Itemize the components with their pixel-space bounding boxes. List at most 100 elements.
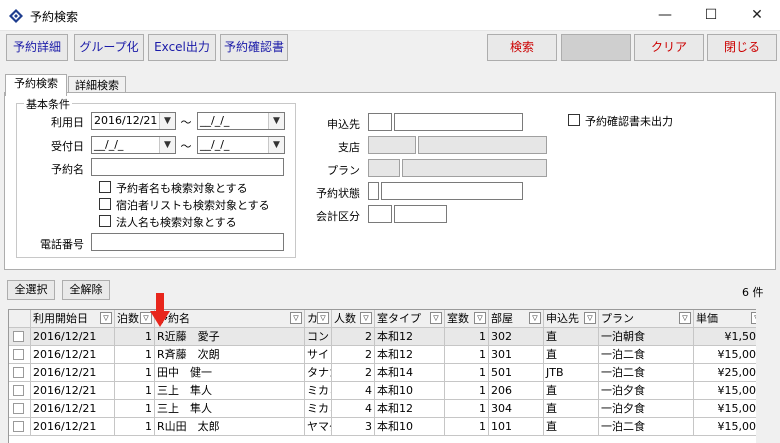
column-header[interactable]: カ ▽	[305, 310, 332, 328]
guest-list-checkbox[interactable]	[99, 198, 111, 210]
table-cell[interactable]: ¥25,000	[694, 364, 756, 382]
plan-name-input[interactable]	[402, 159, 547, 177]
row-select-cell[interactable]	[9, 328, 31, 346]
clear-button[interactable]: クリア	[634, 34, 704, 61]
account-code-input[interactable]	[368, 205, 392, 223]
booker-name-checkbox[interactable]	[99, 181, 111, 193]
table-cell[interactable]: ¥15,000	[694, 418, 756, 436]
column-header[interactable]: 単価▽	[694, 310, 756, 328]
table-cell[interactable]: 2016/12/21	[31, 328, 115, 346]
use-date-from-field[interactable]: 2016/12/21 ▼	[91, 112, 176, 130]
close-window-button[interactable]: ✕	[734, 0, 780, 31]
table-cell[interactable]: 1	[445, 382, 489, 400]
sort-filter-icon[interactable]: ▽	[474, 312, 486, 324]
table-cell[interactable]: 4	[332, 400, 375, 418]
chevron-down-icon[interactable]: ▼	[159, 137, 175, 153]
plan-code-input[interactable]	[368, 159, 400, 177]
status-name-input[interactable]	[381, 182, 523, 200]
table-cell[interactable]: 一泊二食	[599, 364, 694, 382]
table-cell[interactable]: ¥15,000	[694, 400, 756, 418]
table-cell[interactable]: 2	[332, 328, 375, 346]
table-cell[interactable]: 三上 隼人	[155, 400, 305, 418]
row-checkbox[interactable]	[13, 367, 24, 378]
table-cell[interactable]: 2	[332, 364, 375, 382]
account-name-input[interactable]	[394, 205, 447, 223]
sort-filter-icon[interactable]: ▽	[430, 312, 442, 324]
table-cell[interactable]: R山田 太郎	[155, 418, 305, 436]
group-button[interactable]: グループ化	[74, 34, 144, 61]
table-cell[interactable]: 一泊二食	[599, 346, 694, 364]
sort-filter-icon[interactable]: ▽	[290, 312, 302, 324]
table-cell[interactable]: ミカミ	[305, 382, 332, 400]
table-cell[interactable]: 1	[445, 418, 489, 436]
table-cell[interactable]: 2	[332, 346, 375, 364]
table-cell[interactable]: 本和10	[375, 418, 445, 436]
table-cell[interactable]: 1	[445, 328, 489, 346]
column-header[interactable]: 利用開始日 ▽	[31, 310, 115, 328]
confirmation-doc-button[interactable]: 予約確認書	[220, 34, 288, 61]
corporate-name-checkbox[interactable]	[99, 215, 111, 227]
reservation-detail-button[interactable]: 予約詳細	[6, 34, 68, 61]
maximize-button[interactable]: ☐	[688, 0, 734, 31]
row-select-cell[interactable]	[9, 382, 31, 400]
table-cell[interactable]: R近藤 愛子	[155, 328, 305, 346]
table-cell[interactable]: ミカミ	[305, 400, 332, 418]
column-header[interactable]: 室数 ▽	[445, 310, 489, 328]
use-date-to-field[interactable]: __/_/_ ▼	[197, 112, 285, 130]
sort-filter-icon[interactable]: ▽	[317, 312, 329, 324]
branch-code-input[interactable]	[368, 136, 416, 154]
row-checkbox[interactable]	[13, 403, 24, 414]
table-cell[interactable]: 1	[115, 400, 155, 418]
column-header[interactable]: 泊数 ▽	[115, 310, 155, 328]
table-cell[interactable]: 直	[544, 328, 599, 346]
table-cell[interactable]: ¥1,500	[694, 328, 756, 346]
blank-button[interactable]	[561, 34, 631, 61]
table-cell[interactable]: 2016/12/21	[31, 418, 115, 436]
table-cell[interactable]: 1	[115, 328, 155, 346]
column-header[interactable]: プラン ▽	[599, 310, 694, 328]
column-header[interactable]: 申込先 ▽	[544, 310, 599, 328]
tab-reservation-search[interactable]: 予約検索	[5, 74, 67, 96]
chevron-down-icon[interactable]: ▼	[268, 137, 284, 153]
table-cell[interactable]: 1	[115, 382, 155, 400]
sort-filter-icon[interactable]: ▽	[360, 312, 372, 324]
table-cell[interactable]: 一泊夕食	[599, 400, 694, 418]
column-header[interactable]: 人数 ▽	[332, 310, 375, 328]
table-cell[interactable]: 501	[489, 364, 544, 382]
table-cell[interactable]: 4	[332, 382, 375, 400]
table-cell[interactable]: サイト	[305, 346, 332, 364]
row-select-cell[interactable]	[9, 346, 31, 364]
row-select-cell[interactable]	[9, 418, 31, 436]
table-cell[interactable]: 1	[115, 364, 155, 382]
applicant-name-input[interactable]	[394, 113, 523, 131]
column-header[interactable]: 室タイプ ▽	[375, 310, 445, 328]
column-header[interactable]: 部屋 ▽	[489, 310, 544, 328]
reservation-name-input[interactable]	[91, 158, 284, 176]
table-cell[interactable]: 田中 健一	[155, 364, 305, 382]
table-cell[interactable]: 直	[544, 346, 599, 364]
table-cell[interactable]: 2016/12/21	[31, 346, 115, 364]
row-checkbox[interactable]	[13, 349, 24, 360]
table-cell[interactable]: 本和12	[375, 328, 445, 346]
sort-filter-icon[interactable]: ▽	[584, 312, 596, 324]
table-cell[interactable]: 直	[544, 382, 599, 400]
receipt-date-from-field[interactable]: __/_/_ ▼	[91, 136, 176, 154]
table-cell[interactable]: 1	[445, 346, 489, 364]
table-cell[interactable]: R斉藤 次朗	[155, 346, 305, 364]
table-cell[interactable]: 302	[489, 328, 544, 346]
row-checkbox[interactable]	[13, 385, 24, 396]
receipt-date-to-field[interactable]: __/_/_ ▼	[197, 136, 285, 154]
deselect-all-button[interactable]: 全解除	[62, 280, 110, 300]
table-cell[interactable]: 本和14	[375, 364, 445, 382]
table-cell[interactable]: タナカ	[305, 364, 332, 382]
table-cell[interactable]: JTB	[544, 364, 599, 382]
minimize-button[interactable]: —	[642, 0, 688, 31]
table-cell[interactable]: 三上 隼人	[155, 382, 305, 400]
chevron-down-icon[interactable]: ▼	[159, 113, 175, 129]
table-cell[interactable]: 直	[544, 400, 599, 418]
sort-filter-icon[interactable]: ▽	[529, 312, 541, 324]
table-cell[interactable]: 一泊朝食	[599, 328, 694, 346]
select-all-button[interactable]: 全選択	[7, 280, 55, 300]
table-cell[interactable]: 一泊夕食	[599, 382, 694, 400]
row-checkbox[interactable]	[13, 421, 24, 432]
